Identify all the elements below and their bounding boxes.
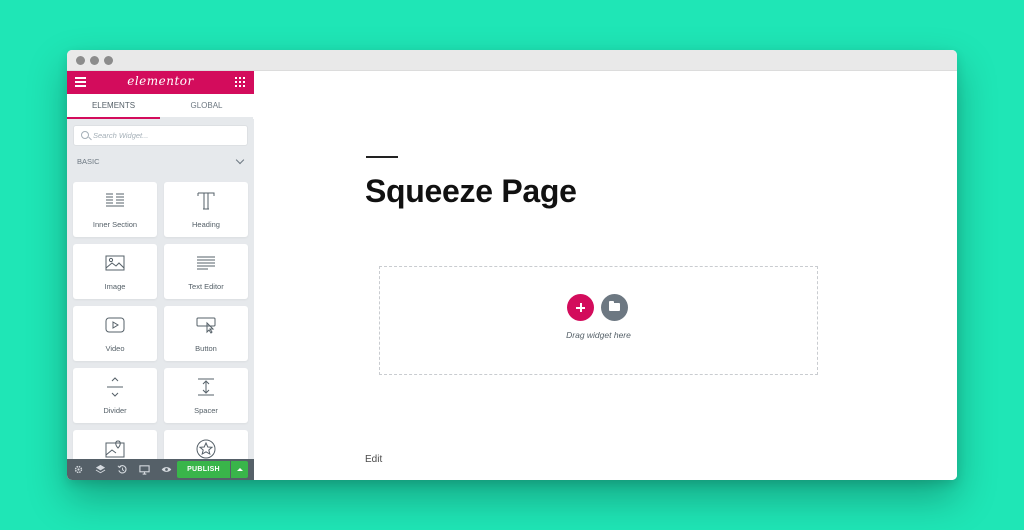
heading-icon bbox=[197, 192, 215, 210]
widget-heading[interactable]: Heading bbox=[164, 182, 248, 237]
widget-button[interactable]: Button bbox=[164, 306, 248, 361]
widget-label: Video bbox=[105, 344, 125, 353]
panel-header: elementor bbox=[67, 71, 254, 94]
widget-label: Divider bbox=[103, 406, 127, 415]
window-titlebar bbox=[67, 50, 957, 71]
title-divider bbox=[366, 156, 398, 158]
browser-window: elementor ELEMENTS GLOBAL BASIC bbox=[67, 50, 957, 480]
window-maximize-dot[interactable] bbox=[104, 56, 113, 65]
publish-button[interactable]: PUBLISH bbox=[177, 461, 230, 478]
page-title[interactable]: Squeeze Page bbox=[365, 173, 577, 210]
window-minimize-dot[interactable] bbox=[90, 56, 99, 65]
panel-footer: PUBLISH bbox=[67, 459, 254, 480]
window-close-dot[interactable] bbox=[76, 56, 85, 65]
elementor-logo: elementor bbox=[127, 74, 194, 88]
preview-eye-icon[interactable] bbox=[161, 464, 172, 475]
text-editor-icon bbox=[197, 256, 215, 270]
drop-hint: Drag widget here bbox=[566, 330, 631, 340]
widgets-grid-icon[interactable] bbox=[235, 77, 245, 87]
widget-label: Button bbox=[195, 344, 217, 353]
video-icon bbox=[105, 317, 125, 333]
add-section-button[interactable] bbox=[567, 294, 594, 321]
widget-search bbox=[73, 125, 248, 146]
history-icon[interactable] bbox=[117, 464, 128, 475]
responsive-desktop-icon[interactable] bbox=[139, 464, 150, 475]
tab-global[interactable]: GLOBAL bbox=[160, 94, 253, 119]
search-icon bbox=[81, 131, 89, 139]
widget-image[interactable]: Image bbox=[73, 244, 157, 299]
settings-gear-icon[interactable] bbox=[73, 464, 84, 475]
panel-tabs: ELEMENTS GLOBAL bbox=[67, 94, 254, 119]
widget-label: Spacer bbox=[194, 406, 218, 415]
widget-spacer[interactable]: Spacer bbox=[164, 368, 248, 423]
star-icon bbox=[196, 439, 216, 459]
widget-video[interactable]: Video bbox=[73, 306, 157, 361]
navigator-layers-icon[interactable] bbox=[95, 464, 106, 475]
add-template-button[interactable] bbox=[601, 294, 628, 321]
widget-inner-section[interactable]: Inner Section bbox=[73, 182, 157, 237]
widget-drop-area[interactable]: Drag widget here bbox=[379, 266, 818, 375]
widget-label: Heading bbox=[192, 220, 220, 229]
widget-label: Image bbox=[104, 282, 126, 291]
widget-label: Text Editor bbox=[188, 282, 224, 291]
section-title-basic: BASIC bbox=[77, 157, 100, 166]
button-icon bbox=[196, 317, 216, 334]
folder-icon bbox=[609, 301, 620, 311]
widget-divider[interactable]: Divider bbox=[73, 368, 157, 423]
divider-icon bbox=[107, 377, 123, 397]
widget-text-editor[interactable]: Text Editor bbox=[164, 244, 248, 299]
spacer-icon bbox=[198, 378, 214, 396]
editor-canvas: Squeeze Page Drag widget here Edit bbox=[254, 71, 957, 480]
inner-section-icon bbox=[106, 193, 124, 207]
edit-link[interactable]: Edit bbox=[365, 454, 382, 465]
image-icon bbox=[105, 255, 125, 271]
widget-label: Inner Section bbox=[92, 220, 138, 229]
tab-elements[interactable]: ELEMENTS bbox=[67, 94, 160, 119]
publish-options-caret-icon[interactable] bbox=[231, 461, 248, 478]
search-input[interactable] bbox=[93, 126, 243, 145]
chevron-down-icon[interactable] bbox=[235, 155, 245, 165]
elementor-panel: elementor ELEMENTS GLOBAL BASIC bbox=[67, 71, 254, 480]
google-maps-icon bbox=[105, 440, 125, 458]
